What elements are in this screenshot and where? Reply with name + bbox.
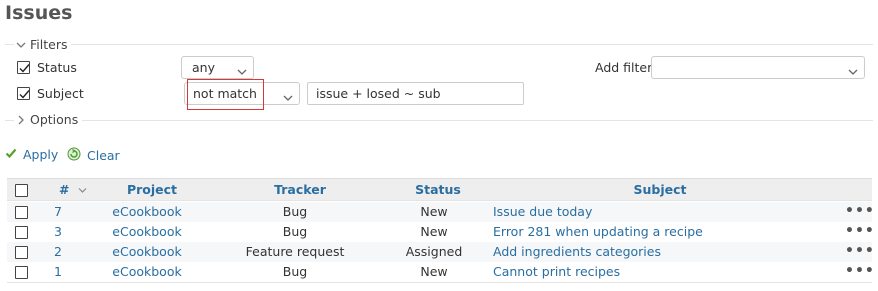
options-toggle[interactable]: Options: [14, 112, 83, 127]
subject-filter-label: Subject: [37, 86, 84, 101]
tracker-cell: Bug: [282, 224, 308, 239]
project-link[interactable]: eCookbook: [112, 264, 181, 279]
filters-toggle[interactable]: Filters: [14, 37, 72, 52]
row-checkbox[interactable]: [15, 266, 28, 279]
add-filter-label: Add filter: [595, 60, 653, 75]
apply-label: Apply: [23, 147, 59, 162]
subject-link[interactable]: Error 281 when updating a recipe: [493, 224, 703, 239]
tracker-cell: Feature request: [245, 244, 345, 259]
status-cell: Assigned: [405, 244, 463, 259]
column-tracker[interactable]: Tracker: [274, 182, 326, 197]
issue-id-link[interactable]: 1: [54, 264, 62, 279]
options-legend: Options: [30, 112, 79, 127]
filters-divider: [5, 44, 873, 45]
project-link[interactable]: eCookbook: [112, 244, 181, 259]
row-menu-icon[interactable]: •••: [845, 203, 875, 219]
table-header: # Project Tracker Status Subject: [7, 178, 872, 201]
clear-label: Clear: [87, 148, 120, 163]
status-operator-value: any: [192, 60, 215, 75]
select-all-checkbox[interactable]: [15, 184, 28, 197]
table-row[interactable]: 2 eCookbook Feature request Assigned Add…: [7, 242, 875, 262]
status-filter-checkbox[interactable]: [17, 61, 30, 74]
page-title: Issues: [5, 2, 73, 24]
project-link[interactable]: eCookbook: [112, 224, 181, 239]
row-menu-icon[interactable]: •••: [845, 223, 875, 239]
table-row[interactable]: 3 eCookbook Bug New Error 281 when updat…: [7, 222, 875, 242]
column-subject[interactable]: Subject: [634, 182, 687, 197]
checkmark-icon: [5, 147, 17, 162]
operator-highlight: [187, 79, 264, 110]
clear-button[interactable]: Clear: [67, 147, 120, 164]
row-menu-icon[interactable]: •••: [845, 243, 875, 259]
column-id[interactable]: #: [59, 182, 87, 197]
row-checkbox[interactable]: [15, 206, 28, 219]
checkmark-icon: [19, 90, 30, 99]
status-operator-select[interactable]: any: [181, 56, 254, 79]
tracker-cell: Bug: [282, 204, 308, 219]
subject-link[interactable]: Add ingredients categories: [493, 244, 661, 259]
reload-icon: [67, 147, 81, 164]
issue-id-link[interactable]: 7: [54, 204, 62, 219]
subject-filter-checkbox[interactable]: [17, 87, 30, 100]
issue-id-link[interactable]: 2: [54, 244, 62, 259]
options-divider: [5, 120, 873, 121]
issue-id-link[interactable]: 3: [54, 224, 62, 239]
status-cell: New: [420, 264, 448, 279]
row-checkbox[interactable]: [15, 246, 28, 259]
table-row[interactable]: 7 eCookbook Bug New Issue due today •••: [7, 202, 875, 222]
subject-value-input[interactable]: issue + losed ~ sub: [307, 82, 524, 105]
subject-link[interactable]: Cannot print recipes: [493, 264, 620, 279]
chevron-down-icon: [283, 90, 293, 105]
add-filter-select[interactable]: [651, 56, 865, 79]
column-status[interactable]: Status: [415, 182, 461, 197]
project-link[interactable]: eCookbook: [112, 204, 181, 219]
subject-value-text: issue + losed ~ sub: [316, 86, 441, 101]
row-menu-icon[interactable]: •••: [845, 263, 875, 279]
table-row[interactable]: 1 eCookbook Bug New Cannot print recipes…: [7, 262, 875, 282]
column-id-label: #: [59, 182, 70, 197]
status-filter-label: Status: [37, 60, 77, 75]
column-project[interactable]: Project: [127, 182, 177, 197]
status-cell: New: [420, 224, 448, 239]
status-cell: New: [420, 204, 448, 219]
table-bottom-border: [7, 282, 872, 283]
chevron-down-icon: [237, 64, 247, 79]
chevron-down-icon: [78, 182, 87, 197]
chevron-down-icon: [16, 40, 26, 50]
tracker-cell: Bug: [282, 264, 308, 279]
apply-button[interactable]: Apply: [5, 147, 58, 162]
filters-legend: Filters: [30, 37, 68, 52]
chevron-down-icon: [848, 64, 858, 79]
chevron-right-icon: [16, 115, 26, 125]
checkmark-icon: [19, 64, 30, 73]
subject-link[interactable]: Issue due today: [493, 204, 592, 219]
row-checkbox[interactable]: [15, 226, 28, 239]
